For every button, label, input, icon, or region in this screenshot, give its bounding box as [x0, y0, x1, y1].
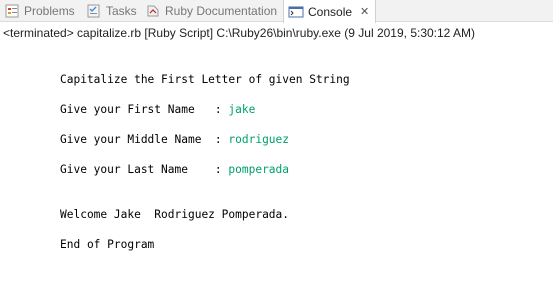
input-first-name: jake — [228, 103, 256, 116]
problems-icon — [4, 3, 20, 19]
prompt-first-name: Give your First Name : jake — [60, 103, 255, 117]
close-icon[interactable]: ✕ — [360, 5, 369, 18]
process-status: <terminated> capitalize.rb [Ruby Script]… — [3, 26, 476, 40]
prompt-last-label: Give your Last Name : — [60, 163, 229, 176]
prompt-first-label: Give your First Name : — [60, 103, 229, 116]
prompt-last-name: Give your Last Name : pomperada — [60, 163, 289, 177]
tab-problems-label: Problems — [24, 4, 75, 18]
welcome-message: Welcome Jake Rodriguez Pomperada. — [60, 208, 290, 221]
tab-problems[interactable]: Problems — [4, 0, 75, 22]
console-output[interactable]: Capitalize the First Letter of given Str… — [0, 42, 553, 291]
prompt-middle-name: Give your Middle Name : rodriguez — [60, 133, 289, 147]
tab-console[interactable]: Console ✕ — [283, 0, 377, 23]
end-message: End of Program — [60, 238, 155, 251]
console-icon — [288, 4, 304, 20]
tab-ruby-documentation-label: Ruby Documentation — [165, 4, 278, 18]
prompt-middle-label: Give your Middle Name : — [60, 133, 229, 146]
ruby-doc-icon — [145, 3, 161, 19]
input-last-name: pomperada — [228, 163, 290, 176]
tab-ruby-documentation[interactable]: Ruby Documentation — [145, 0, 277, 22]
console-heading: Capitalize the First Letter of given Str… — [60, 73, 350, 86]
view-tab-bar: Problems Tasks Ruby Documentation Consol… — [0, 0, 553, 23]
tab-tasks-label: Tasks — [106, 4, 137, 18]
tasks-icon — [86, 3, 102, 19]
tab-console-label: Console — [308, 4, 353, 19]
input-middle-name: rodriguez — [228, 133, 290, 146]
tab-tasks[interactable]: Tasks — [86, 0, 137, 22]
